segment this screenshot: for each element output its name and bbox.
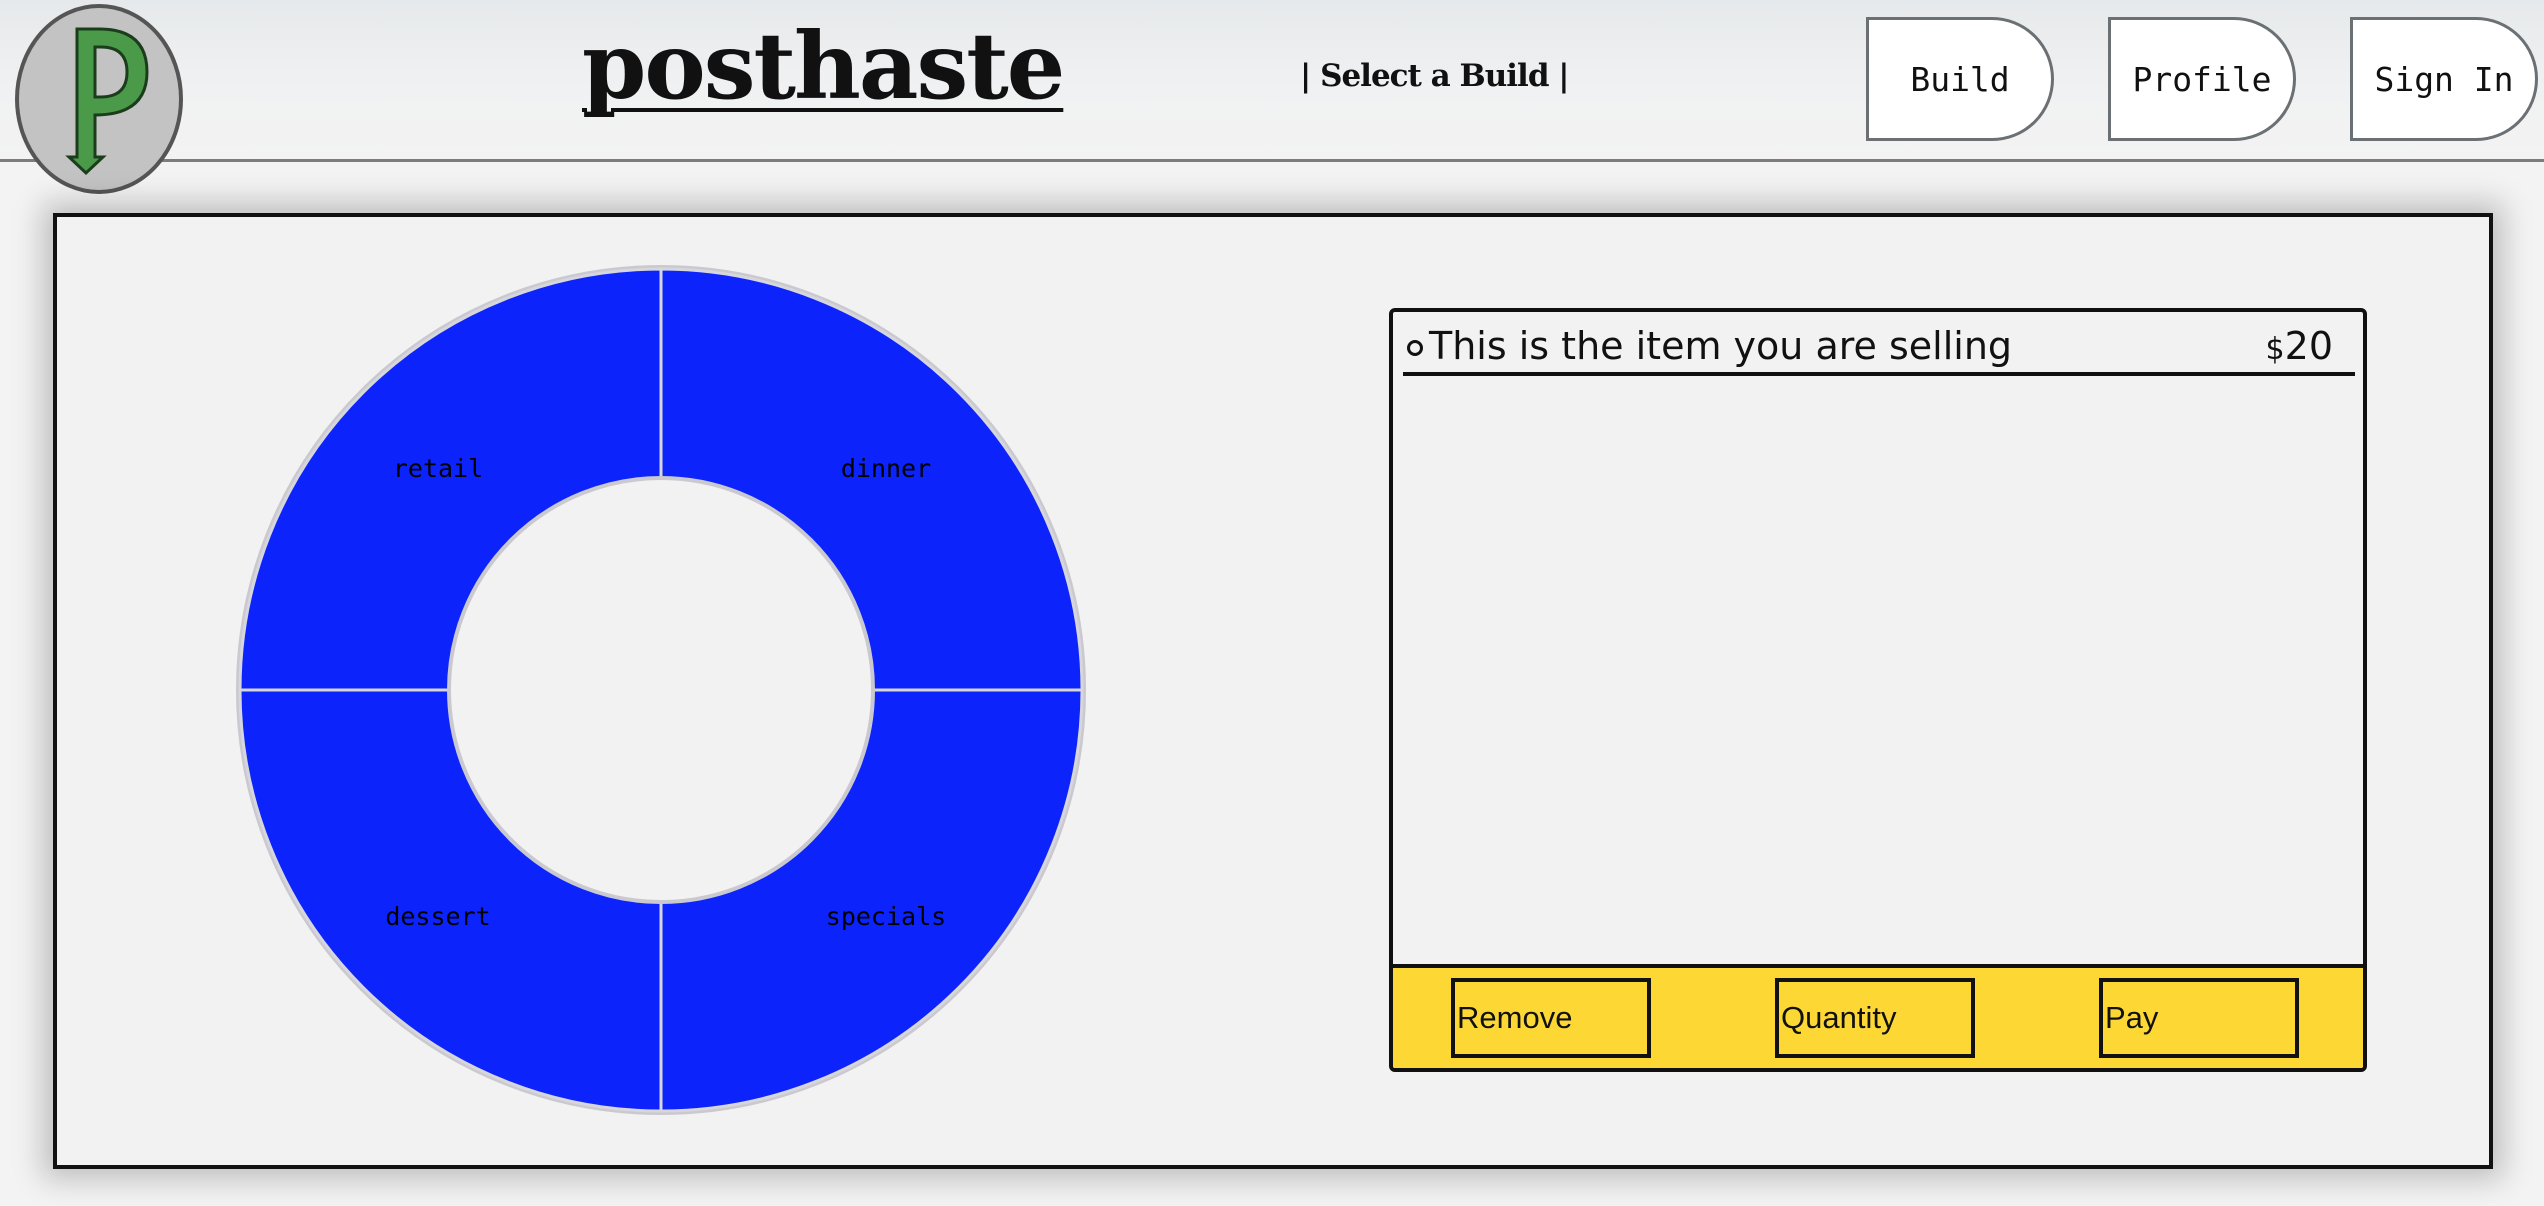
- order-cart: This is the item you are selling $20 Rem…: [1389, 308, 2367, 1072]
- cart-actions-bar: Remove Quantity Pay: [1393, 964, 2363, 1068]
- sign-in-button[interactable]: Sign In: [2350, 17, 2538, 141]
- item-amount: 20: [2284, 324, 2333, 368]
- item-price: $20: [2266, 324, 2333, 368]
- item-currency: $: [2265, 332, 2285, 367]
- build-button[interactable]: Build: [1866, 17, 2054, 141]
- pay-button[interactable]: Pay: [2099, 978, 2299, 1058]
- top-header: posthaste | Select a Build | Build Profi…: [0, 0, 2544, 194]
- item-name: This is the item you are selling: [1429, 324, 2013, 368]
- page-subtitle: | Select a Build |: [1300, 58, 1570, 94]
- posthaste-logo-icon[interactable]: [13, 3, 185, 195]
- item-select-radio[interactable]: [1407, 340, 1423, 356]
- quantity-button[interactable]: Quantity: [1775, 978, 1975, 1058]
- cart-item[interactable]: This is the item you are selling $20: [1403, 324, 2355, 376]
- profile-button[interactable]: Profile: [2108, 17, 2296, 141]
- remove-button[interactable]: Remove: [1451, 978, 1651, 1058]
- app-title[interactable]: posthaste: [582, 20, 1065, 112]
